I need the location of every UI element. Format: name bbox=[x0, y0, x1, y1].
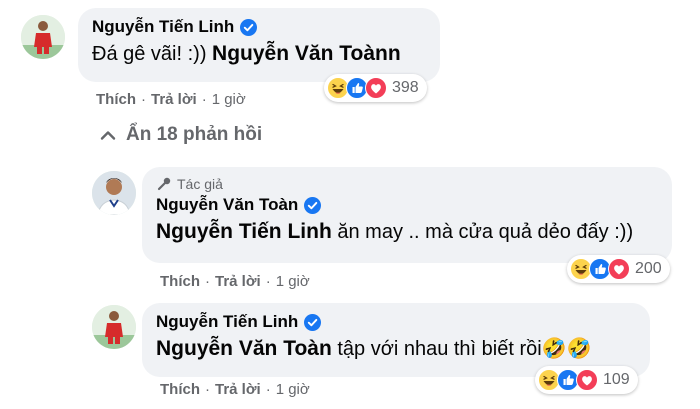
like-button[interactable]: Thích bbox=[160, 381, 200, 398]
love-icon bbox=[608, 258, 630, 280]
avatar[interactable] bbox=[92, 171, 136, 215]
love-icon bbox=[365, 77, 387, 99]
microphone-icon bbox=[157, 177, 171, 191]
separator: · bbox=[205, 273, 210, 290]
author-badge: Tác giả bbox=[156, 176, 658, 192]
separator: · bbox=[265, 381, 271, 398]
verified-badge-icon bbox=[304, 197, 321, 214]
author-badge-label: Tác giả bbox=[177, 176, 223, 192]
avatar[interactable] bbox=[21, 15, 65, 59]
comment-timestamp[interactable]: 1 giờ bbox=[276, 273, 310, 290]
mention-link[interactable]: Nguyễn Văn Toàn bbox=[212, 42, 388, 65]
avatar-image bbox=[92, 171, 136, 215]
hide-replies-label: Ẩn 18 phản hồi bbox=[126, 124, 263, 145]
reaction-count: 200 bbox=[635, 260, 662, 277]
comment-text: Nguyễn Tiến Linh ăn may .. mà cửa quả dẻ… bbox=[156, 219, 658, 245]
comment-bubble: Nguyễn Tiến Linh Đá gê vãi! :)) Nguyễn V… bbox=[78, 8, 440, 82]
reply-button[interactable]: Trả lời bbox=[151, 91, 197, 108]
like-button[interactable]: Thích bbox=[96, 91, 136, 108]
reaction-count: 109 bbox=[603, 371, 630, 388]
avatar-image bbox=[92, 305, 136, 349]
separator: · bbox=[141, 91, 146, 108]
reaction-summary[interactable]: 398 bbox=[324, 74, 427, 102]
comment-actions: Thích · Trả lời · 1 giờ bbox=[96, 91, 246, 108]
separator: · bbox=[205, 381, 210, 398]
avatar[interactable] bbox=[92, 305, 136, 349]
avatar-image bbox=[21, 15, 65, 59]
mention-link[interactable]: Nguyễn Văn Toàn bbox=[156, 337, 332, 360]
verified-badge-icon bbox=[240, 19, 257, 36]
comment-text-body: tập với nhau thì biết rồi bbox=[331, 338, 542, 360]
reaction-count: 398 bbox=[392, 79, 419, 96]
reply-button[interactable]: Trả lời bbox=[215, 273, 261, 290]
love-icon bbox=[576, 369, 598, 391]
chevron-up-icon bbox=[100, 131, 116, 140]
comment-author-name[interactable]: Nguyễn Tiến Linh bbox=[156, 312, 298, 332]
reply-button[interactable]: Trả lời bbox=[215, 381, 261, 398]
comment-author-name[interactable]: Nguyễn Văn Toàn bbox=[156, 195, 298, 215]
comment-bubble: Tác giả Nguyễn Văn Toàn Nguyễn Tiến Linh… bbox=[142, 167, 672, 263]
comment-text-body: ăn may .. mà cửa quả dẻo đấy :)) bbox=[331, 221, 634, 243]
rofl-emoji: 🤣🤣 bbox=[541, 338, 592, 360]
verified-badge-icon bbox=[304, 314, 321, 331]
comment-actions: Thích · Trả lời · 1 giờ bbox=[160, 381, 310, 398]
comment-text: Nguyễn Văn Toàn tập với nhau thì biết rồ… bbox=[156, 336, 636, 362]
reaction-summary[interactable]: 200 bbox=[567, 255, 670, 283]
separator: · bbox=[265, 273, 271, 290]
comment-timestamp[interactable]: 1 giờ bbox=[212, 91, 246, 108]
comment-text-suffix: n bbox=[387, 42, 401, 65]
hide-replies-toggle[interactable]: Ẩn 18 phản hồi bbox=[100, 124, 262, 146]
mention-link[interactable]: Nguyễn Tiến Linh bbox=[156, 220, 332, 243]
comment-text-prefix: Đá gê vãi! :)) bbox=[92, 43, 213, 65]
reaction-summary[interactable]: 109 bbox=[535, 366, 638, 394]
comment-text: Đá gê vãi! :)) Nguyễn Văn Toànn bbox=[92, 41, 426, 67]
comment-author-name[interactable]: Nguyễn Tiến Linh bbox=[92, 17, 234, 37]
comment-timestamp[interactable]: 1 giờ bbox=[276, 381, 310, 398]
comment-actions: Thích · Trả lời · 1 giờ bbox=[160, 273, 310, 290]
like-button[interactable]: Thích bbox=[160, 273, 200, 290]
separator: · bbox=[201, 91, 207, 108]
